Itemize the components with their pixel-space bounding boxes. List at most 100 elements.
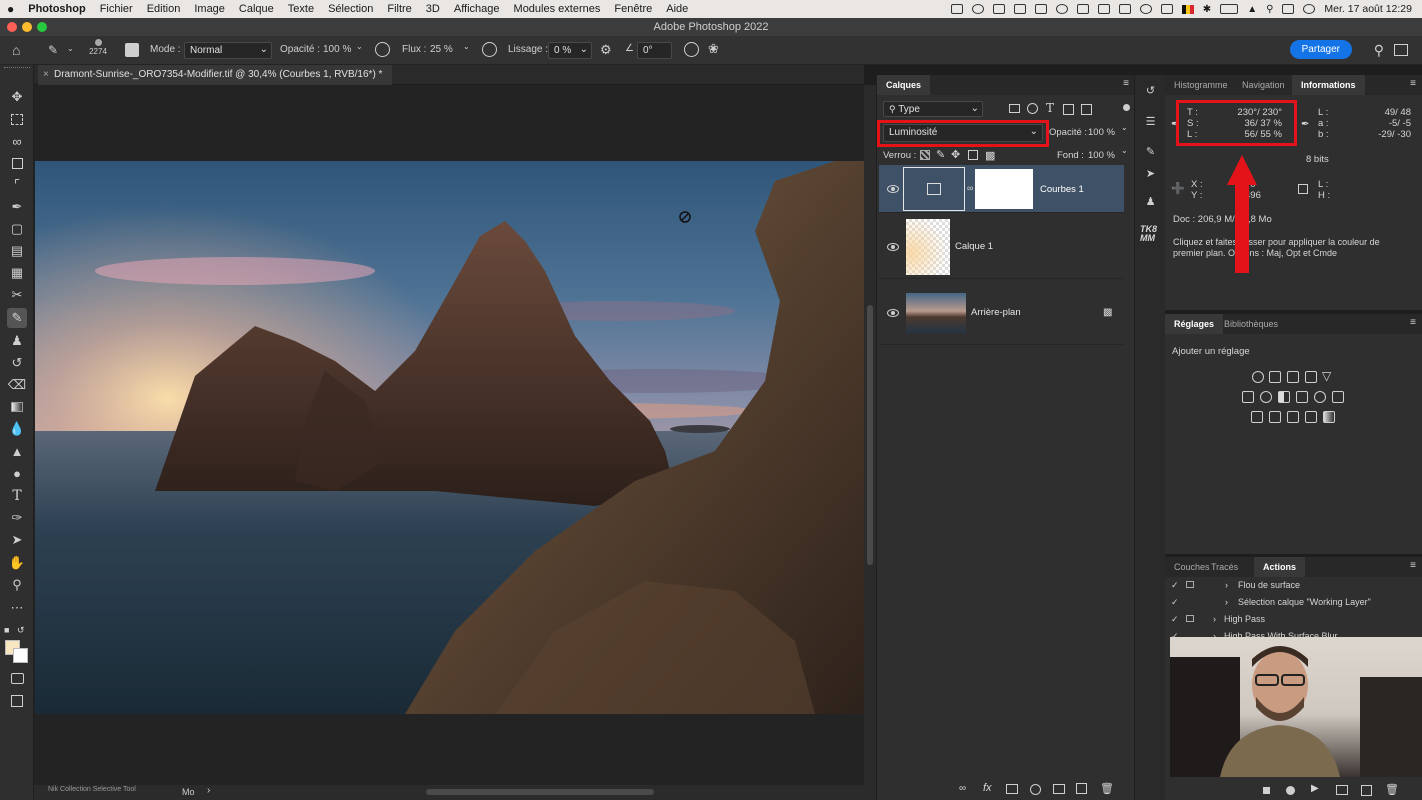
checkmark-icon[interactable]: ✓ — [1171, 594, 1179, 611]
paths-panel-icon[interactable]: ➤ — [1143, 167, 1158, 182]
record-icon[interactable] — [1286, 786, 1295, 795]
chevron-right-icon[interactable]: › — [1225, 594, 1228, 611]
new-layer-icon[interactable] — [1076, 783, 1087, 794]
layer-row[interactable]: Calque 1 — [879, 215, 1124, 279]
visibility-eye-icon[interactable] — [887, 243, 899, 251]
menu-calque[interactable]: Calque — [232, 3, 281, 15]
menu-aide[interactable]: Aide — [659, 3, 695, 15]
menu-app-name[interactable]: Photoshop — [21, 3, 92, 15]
menu-texte[interactable]: Texte — [281, 3, 321, 15]
opacity-value[interactable]: 100 % — [323, 44, 351, 55]
clone-stamp-tool-icon[interactable]: ♟ — [7, 331, 27, 351]
panel-menu-icon[interactable]: ≡ — [1410, 78, 1416, 89]
move-tool-icon[interactable]: ✥ — [7, 87, 27, 107]
action-item[interactable]: ✓ › Sélection calque "Working Layer" — [1165, 594, 1422, 611]
status-icon-2[interactable] — [971, 4, 984, 14]
color-balance-icon[interactable] — [1260, 391, 1272, 403]
quick-mask-icon[interactable] — [7, 668, 27, 688]
airbrush-icon[interactable] — [482, 42, 497, 57]
status-icon-8[interactable] — [1139, 4, 1152, 14]
photo-filter-icon[interactable] — [1296, 391, 1308, 403]
vibrance-icon[interactable]: ▽ — [1322, 369, 1331, 383]
fx-icon[interactable]: fx — [983, 782, 992, 794]
toolbar-grip[interactable] — [4, 67, 30, 71]
status-icon-4[interactable] — [1013, 4, 1026, 14]
add-mask-icon[interactable] — [1006, 784, 1018, 794]
checkmark-icon[interactable]: ✓ — [1171, 611, 1179, 628]
brush-settings-panel-icon[interactable]: ✎ — [1143, 145, 1158, 160]
vertical-scroll-thumb[interactable] — [867, 305, 873, 565]
eraser-tool-icon[interactable]: ⌫ — [7, 375, 27, 395]
zoom-window-button[interactable] — [37, 22, 47, 32]
healing-brush-icon[interactable]: ▤ — [7, 241, 27, 261]
clock-icon[interactable] — [1055, 4, 1068, 14]
curves-icon[interactable] — [1287, 371, 1299, 383]
layer-opacity-value[interactable]: 100 % — [1088, 127, 1115, 138]
link-layers-icon[interactable]: ∞ — [959, 783, 966, 794]
mode-select[interactable]: Normal ⌄ — [184, 42, 272, 59]
levels-icon[interactable] — [1269, 371, 1281, 383]
tab-navigation[interactable]: Navigation — [1233, 75, 1294, 95]
dialog-toggle-icon[interactable] — [1186, 581, 1194, 588]
symmetry-butterfly-icon[interactable]: ❀ — [708, 41, 719, 57]
tab-calques[interactable]: Calques — [877, 75, 931, 95]
search-icon[interactable]: ⚲ — [1266, 4, 1273, 15]
brush-settings-icon[interactable] — [125, 43, 139, 57]
close-tab-icon[interactable]: × — [43, 65, 49, 85]
flow-value[interactable]: 25 % — [430, 44, 453, 55]
new-set-icon[interactable] — [1336, 785, 1348, 795]
document-tab[interactable]: × Dramont-Sunrise-_ORO7354-Modifier.tif … — [38, 65, 393, 85]
fill-value[interactable]: 100 % — [1088, 150, 1115, 161]
gradient-tool-icon[interactable] — [7, 397, 27, 417]
new-action-icon[interactable] — [1361, 785, 1372, 796]
properties-panel-icon[interactable]: ☰ — [1143, 115, 1158, 130]
search-icon[interactable]: ⚲ — [1374, 42, 1384, 59]
selective-color-icon[interactable] — [1305, 411, 1317, 423]
display-icon[interactable] — [1118, 4, 1131, 14]
dodge-tool-icon[interactable]: ● — [7, 463, 27, 483]
battery-icon[interactable] — [1220, 4, 1239, 14]
panel-menu-icon[interactable]: ≡ — [1410, 560, 1416, 571]
brightness-icon[interactable] — [1252, 371, 1264, 383]
delete-layer-icon[interactable]: 🗑 — [1100, 782, 1114, 795]
lock-transparent-icon[interactable] — [920, 150, 930, 160]
marquee-tool-icon[interactable] — [7, 109, 27, 129]
tab-bibliotheques[interactable]: Bibliothèques — [1215, 314, 1287, 334]
posterize-icon[interactable] — [1269, 411, 1281, 423]
menu-edition[interactable]: Edition — [140, 3, 188, 15]
horizontal-scrollbar[interactable]: Nik Collection Selective Tool Mo › — [34, 785, 876, 800]
menu-filtre[interactable]: Filtre — [380, 3, 418, 15]
vertical-scrollbar[interactable] — [864, 85, 876, 785]
eyedropper-tool-icon[interactable]: ✒ — [7, 197, 27, 217]
layer-row[interactable]: Arrière-plan ▩ — [879, 281, 1124, 345]
history-panel-icon[interactable]: ↺ — [1143, 84, 1158, 99]
tk-plugin-icon[interactable]: TK8 MM — [1140, 225, 1157, 243]
layer-row[interactable]: ∞ Courbes 1 — [879, 165, 1124, 213]
action-item[interactable]: ✓ › High Pass With Surface Blur — [1165, 628, 1422, 637]
action-item[interactable]: ✓ › Flou de surface — [1165, 577, 1422, 594]
layer-name[interactable]: Arrière-plan — [971, 307, 1021, 318]
status-icon-9[interactable] — [1160, 4, 1173, 14]
layer-name[interactable]: Calque 1 — [955, 241, 993, 252]
checkmark-icon[interactable]: ✓ — [1171, 628, 1179, 637]
history-brush-icon[interactable]: ↺ — [7, 353, 27, 373]
panel-menu-icon[interactable]: ≡ — [1410, 317, 1416, 328]
checkmark-icon[interactable]: ✓ — [1171, 577, 1179, 594]
flag-icon[interactable] — [1181, 4, 1194, 14]
menubar-clock[interactable]: Mer. 17 août 12:29 — [1324, 3, 1412, 15]
brush-preview[interactable]: 2274 — [86, 37, 110, 63]
new-group-icon[interactable] — [1053, 784, 1065, 794]
crop-tool-icon[interactable]: ⌜ — [7, 175, 27, 195]
workspace-icon[interactable] — [1394, 44, 1408, 56]
layer-mask-thumbnail[interactable] — [975, 169, 1033, 209]
siri-icon[interactable] — [1303, 4, 1316, 14]
status-icon-1[interactable] — [950, 4, 963, 14]
layer-filter-select[interactable]: ⚲ Type ⌄ — [883, 101, 983, 117]
dialog-toggle-icon[interactable] — [1186, 615, 1194, 622]
filter-toggle-icon[interactable] — [1123, 104, 1130, 111]
canvas-area[interactable] — [34, 85, 864, 785]
lock-all-icon[interactable]: ▩ — [985, 149, 995, 162]
status-icon-6[interactable] — [1076, 4, 1089, 14]
lock-pixels-icon[interactable]: ✎ — [936, 148, 945, 161]
chevron-down-icon[interactable]: ⌄ — [1121, 146, 1128, 155]
